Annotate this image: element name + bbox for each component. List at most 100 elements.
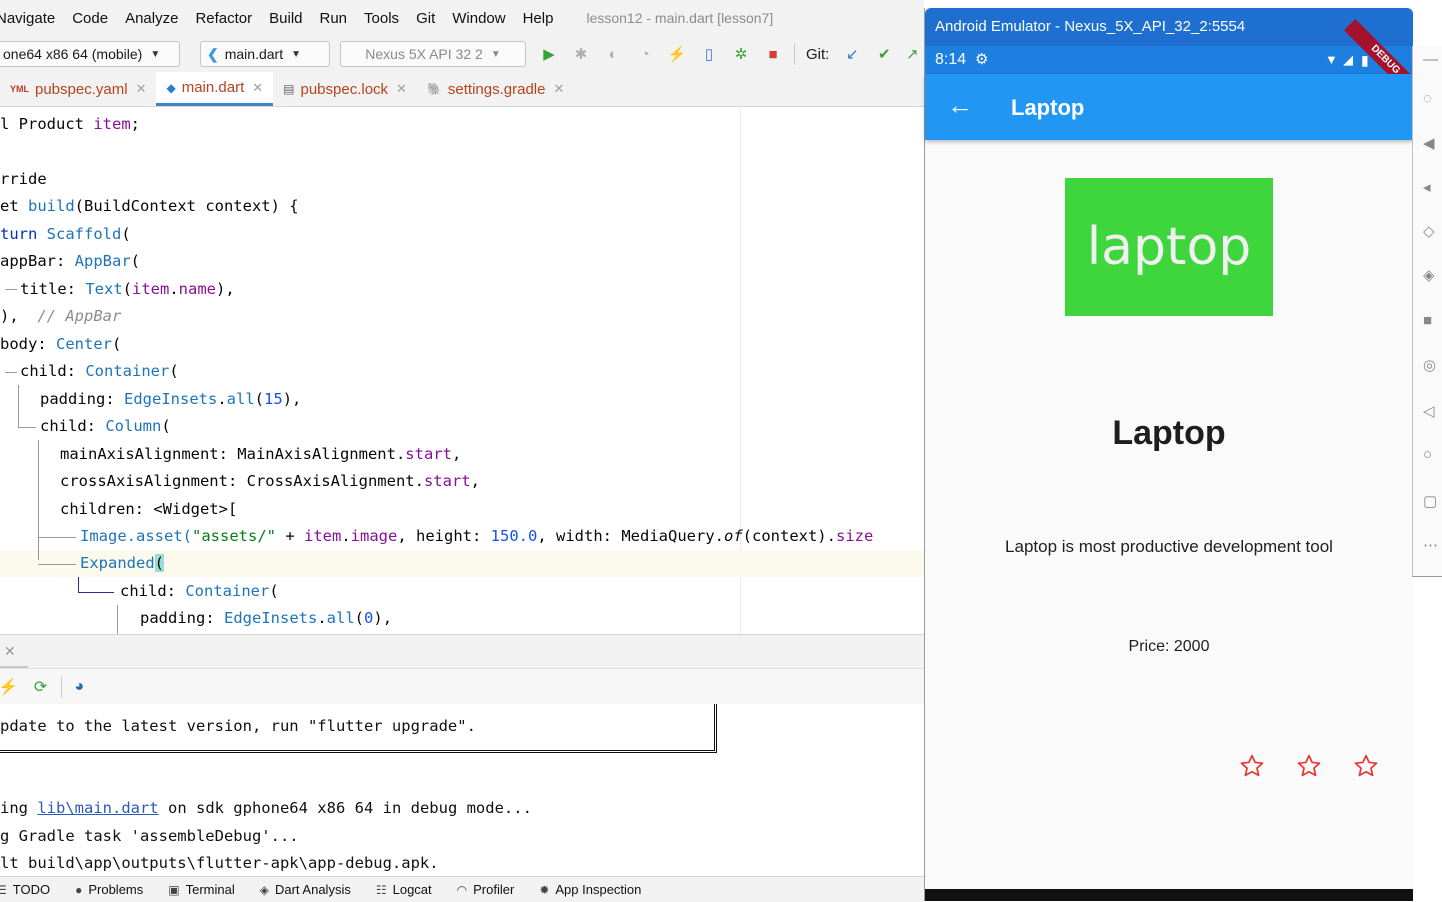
product-description: Laptop is most productive development to…: [1005, 537, 1333, 556]
inspection-icon: ✹: [539, 882, 550, 897]
code-line: appBar: AppBar(: [0, 252, 140, 270]
rotate-left-icon[interactable]: ◇: [1423, 222, 1442, 242]
window-title: lesson12 - main.dart [lesson7]: [586, 10, 774, 26]
gauge-icon: ◠: [456, 882, 468, 897]
menu-tools[interactable]: Tools: [364, 10, 399, 27]
console-line: pdate to the latest version, run "flutte…: [0, 717, 476, 735]
emulator-title-bar[interactable]: Android Emulator - Nexus_5X_API_32_2:555…: [925, 8, 1413, 46]
back-icon[interactable]: ◁: [1423, 402, 1442, 422]
editor-tabs: YML pubspec.yaml ✕ ◆ main.dart ✕ ▤ pubsp…: [0, 72, 924, 107]
app-inspection-tool-button[interactable]: ✹ App Inspection: [539, 882, 641, 897]
close-icon[interactable]: ✕: [4, 643, 16, 660]
indent-guide: [18, 385, 19, 427]
todo-tool-button[interactable]: ☰ TODO: [0, 882, 50, 897]
tab-main-dart[interactable]: ◆ main.dart ✕: [156, 72, 274, 106]
code-editor[interactable]: l Product item; rride et build(BuildCont…: [0, 107, 924, 634]
menu-build[interactable]: Build: [269, 10, 302, 27]
volume-down-icon[interactable]: ◂: [1423, 178, 1442, 198]
hot-restart-icon[interactable]: ⟳: [34, 677, 47, 697]
close-icon[interactable]: ✕: [136, 81, 147, 97]
status-time: 8:14: [935, 51, 967, 68]
dart-file-icon: ◆: [166, 80, 176, 95]
stop-icon[interactable]: ■: [764, 45, 782, 63]
product-name: Laptop: [1112, 414, 1226, 452]
code-line: ), // AppBar: [0, 307, 122, 325]
devtools-icon[interactable]: ◕: [74, 678, 84, 696]
indent-guide: [117, 605, 118, 634]
text-file-icon: ▤: [283, 82, 295, 96]
run-icon[interactable]: ▶: [540, 45, 558, 63]
code-line: Image.asset("assets/" + item.image, heig…: [80, 527, 874, 545]
info-icon: ●: [75, 882, 83, 897]
wifi-icon: ▼: [1325, 52, 1338, 67]
indent-guide: [38, 440, 39, 560]
android-status-bar: 8:14 ⚙ ▼ ◢ ▮ DEBUG: [925, 18, 1427, 102]
home-icon[interactable]: ○: [1423, 446, 1442, 466]
target-device-select[interactable]: one64 x86 64 (mobile) ▼: [0, 41, 180, 67]
coverage-icon[interactable]: ◐: [604, 45, 622, 63]
terminal-icon: ▣: [168, 882, 180, 897]
profile-icon[interactable]: ◔: [636, 45, 654, 63]
close-icon[interactable]: ✕: [396, 81, 407, 97]
git-update-icon[interactable]: ↙: [843, 45, 861, 63]
run-config-select[interactable]: ❮ main.dart ▼: [200, 41, 330, 67]
power-icon[interactable]: ◌: [1423, 90, 1442, 110]
rotate-right-icon[interactable]: ◈: [1423, 266, 1442, 286]
emulator-side-toolbar: — ◌ ◀ ◂ ◇ ◈ ■ ◎ ◁ ○ ▢ ⋯: [1412, 46, 1442, 577]
minimize-icon[interactable]: —: [1423, 51, 1442, 71]
more-icon[interactable]: ⋯: [1423, 536, 1442, 556]
indent-guide: [78, 592, 114, 593]
menu-run[interactable]: Run: [320, 10, 348, 27]
yaml-file-icon: YML: [10, 84, 29, 94]
code-line: children: <Widget>[: [60, 500, 238, 518]
tab-settings-gradle[interactable]: 🐘 settings.gradle ✕: [417, 72, 574, 106]
menu-navigate[interactable]: Navigate: [0, 10, 55, 27]
git-push-icon[interactable]: ↗: [903, 45, 921, 63]
dart-analysis-tool-button[interactable]: ◈ Dart Analysis: [260, 882, 351, 897]
close-icon[interactable]: ✕: [252, 80, 263, 96]
code-line: crossAxisAlignment: CrossAxisAlignment.s…: [60, 472, 480, 490]
toolbar-divider: [794, 43, 795, 65]
menu-help[interactable]: Help: [523, 10, 554, 27]
problems-tool-button[interactable]: ● Problems: [75, 882, 143, 897]
code-line: child: Container(: [20, 362, 179, 380]
avd-select[interactable]: Nexus 5X API 32 2 ▼: [340, 41, 526, 67]
hot-reload-icon[interactable]: ⚡: [0, 677, 18, 697]
attach-debugger-icon[interactable]: ✲: [732, 45, 750, 63]
git-commit-icon[interactable]: ✔: [875, 45, 893, 63]
back-arrow-icon[interactable]: ←: [947, 90, 973, 120]
hot-reload-icon[interactable]: ⚡: [668, 45, 687, 63]
hot-restart-icon[interactable]: ▯: [700, 45, 718, 63]
star-outline-icon[interactable]: [1349, 749, 1383, 783]
menu-code[interactable]: Code: [72, 10, 108, 27]
indent-guide: [38, 537, 76, 538]
terminal-tool-button[interactable]: ▣ Terminal: [168, 882, 234, 897]
android-nav-bar: [925, 889, 1413, 901]
logcat-tool-button[interactable]: ☷ Logcat: [376, 882, 432, 897]
menu-analyze[interactable]: Analyze: [125, 10, 178, 27]
tab-pubspec-lock[interactable]: ▤ pubspec.lock ✕: [273, 72, 417, 106]
menu-window[interactable]: Window: [452, 10, 505, 27]
target-device-label: one64 x86 64 (mobile): [3, 46, 143, 62]
star-outline-icon[interactable]: [1235, 749, 1269, 783]
tab-pubspec-yaml[interactable]: YML pubspec.yaml ✕: [0, 72, 156, 106]
menu-refactor[interactable]: Refactor: [195, 10, 252, 27]
run-console[interactable]: pdate to the latest version, run "flutte…: [0, 704, 924, 876]
zoom-icon[interactable]: ◎: [1423, 356, 1442, 376]
star-outline-icon[interactable]: [1292, 749, 1326, 783]
tool-window-bar: ☰ TODO ● Problems ▣ Terminal ◈ Dart Analysis…: [0, 876, 924, 902]
code-line: padding: EdgeInsets.all(15),: [40, 390, 302, 408]
close-icon[interactable]: ✕: [553, 81, 564, 97]
run-panel-toolbar: ⚡ ⟳ ◕: [0, 668, 924, 705]
git-label: Git:: [806, 45, 830, 63]
code-line: mainAxisAlignment: MainAxisAlignment.sta…: [60, 445, 462, 463]
indent-guide: [5, 289, 17, 290]
chevron-down-icon: ▼: [291, 48, 301, 60]
profiler-tool-button[interactable]: ◠ Profiler: [457, 882, 515, 897]
volume-up-icon[interactable]: ◀: [1423, 134, 1442, 154]
menu-git[interactable]: Git: [416, 10, 435, 27]
debug-icon[interactable]: ✱: [572, 45, 590, 63]
overview-icon[interactable]: ▢: [1423, 492, 1442, 512]
file-link[interactable]: lib\main.dart: [37, 799, 158, 817]
camera-icon[interactable]: ■: [1423, 312, 1442, 332]
